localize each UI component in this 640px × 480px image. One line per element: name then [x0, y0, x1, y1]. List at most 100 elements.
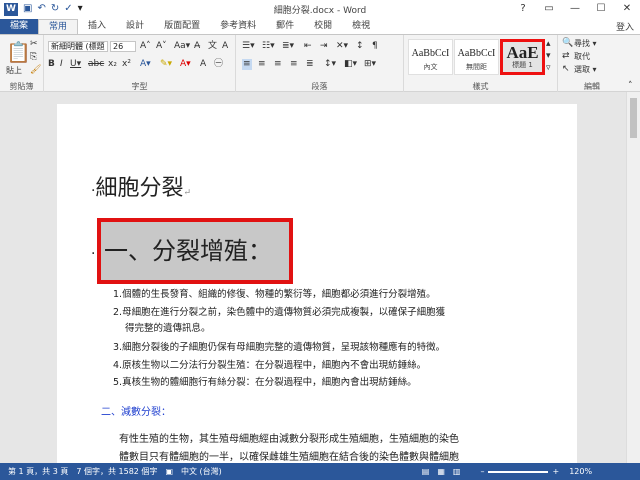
tab-home[interactable]: 常用: [38, 19, 79, 34]
ribbon-display-icon[interactable]: ▭: [536, 0, 562, 16]
select-icon[interactable]: ↖: [562, 64, 570, 75]
help-icon[interactable]: ?: [510, 0, 536, 16]
scroll-thumb[interactable]: [630, 98, 637, 138]
tab-review[interactable]: 校閱: [304, 19, 342, 34]
redo-icon[interactable]: ↻: [51, 3, 59, 15]
save-icon[interactable]: ▣: [23, 3, 32, 15]
cut-icon[interactable]: ✂: [30, 39, 38, 50]
minimize-icon[interactable]: —: [562, 0, 588, 16]
align-left-icon[interactable]: ≡: [242, 59, 252, 70]
bullets-icon[interactable]: ☰▾: [242, 41, 255, 52]
chinese-layout-icon[interactable]: ✕▾: [336, 41, 348, 52]
text-effects-icon[interactable]: A▾: [140, 59, 151, 70]
shading-icon[interactable]: ◧▾: [344, 59, 357, 70]
multilevel-icon[interactable]: ≣▾: [282, 41, 294, 52]
tab-mailings[interactable]: 郵件: [266, 19, 304, 34]
replace-button[interactable]: 取代: [574, 51, 590, 62]
distribute-icon[interactable]: ≣: [306, 59, 314, 70]
decrease-indent-icon[interactable]: ⇤: [304, 41, 312, 52]
tab-insert[interactable]: 插入: [78, 19, 116, 34]
style-no-spacing-name: 無間距: [466, 63, 487, 71]
list-item-2: 2.母細胞在進行分裂之前，染色體中的遺傳物質必須完成複製，以確保子細胞獲: [113, 307, 446, 318]
phonetic-icon[interactable]: 文: [208, 41, 217, 52]
proofing-icon[interactable]: ▣: [165, 467, 173, 476]
styles-label: 樣式: [472, 82, 489, 91]
font-color-icon[interactable]: A▾: [180, 59, 191, 70]
sort-icon[interactable]: ↕: [356, 41, 364, 52]
change-case-icon[interactable]: Aa▾: [174, 41, 190, 52]
doc-title: ·細胞分裂↵: [91, 176, 192, 201]
font-name-box[interactable]: 新細明體 (標題: [48, 41, 108, 52]
borders-icon[interactable]: ⊞▾: [364, 59, 376, 70]
close-icon[interactable]: ✕: [614, 0, 640, 16]
shrink-font-icon[interactable]: A˅: [156, 41, 167, 52]
word-logo-icon: W: [4, 2, 18, 16]
zoom-in-icon[interactable]: +: [552, 467, 559, 476]
select-button[interactable]: 選取 ▾: [574, 64, 597, 75]
zoom-out-icon[interactable]: –: [480, 467, 484, 476]
replace-icon[interactable]: ⇄: [562, 51, 570, 62]
find-button[interactable]: 尋找 ▾: [574, 38, 597, 49]
strikethrough-icon[interactable]: abc: [88, 59, 104, 70]
language[interactable]: 中文 (台灣): [181, 466, 222, 477]
style-no-spacing[interactable]: AaBbCcI 無間距: [454, 39, 499, 75]
paste-label[interactable]: 貼上: [6, 65, 22, 76]
align-right-icon[interactable]: ≡: [274, 59, 282, 70]
tab-references[interactable]: 參考資料: [210, 19, 266, 34]
ribbon: 📋 貼上 ✂ ⎘ 🖌 剪貼簿 新細明體 (標題 26 A˄ A˅ Aa▾ A̶ …: [0, 34, 640, 93]
login-link[interactable]: 登入: [616, 20, 634, 33]
print-layout-icon[interactable]: ▦: [437, 467, 445, 476]
tab-layout[interactable]: 版面配置: [154, 19, 210, 34]
enclose-char-icon[interactable]: ㊀: [214, 59, 223, 70]
italic-icon[interactable]: I: [60, 59, 63, 70]
align-center-icon[interactable]: ≡: [258, 59, 266, 70]
tab-file[interactable]: 檔案: [0, 19, 39, 34]
increase-indent-icon[interactable]: ⇥: [320, 41, 328, 52]
copy-icon[interactable]: ⎘: [30, 52, 37, 63]
numbering-icon[interactable]: ☷▾: [262, 41, 275, 52]
subscript-icon[interactable]: x₂: [108, 59, 117, 70]
web-layout-icon[interactable]: ▥: [453, 467, 461, 476]
highlight-icon[interactable]: ✎▾: [160, 59, 172, 70]
font-size-box[interactable]: 26: [110, 41, 136, 52]
font-group: 新細明體 (標題 26 A˄ A˅ Aa▾ A̶ 文 A B I U▾ abc …: [44, 35, 236, 93]
customize-icon[interactable]: ▾: [78, 3, 83, 15]
heading1-bullet: ·: [91, 246, 96, 262]
style-normal[interactable]: AaBbCcI 內文: [408, 39, 453, 75]
styles-down-icon[interactable]: ▾: [546, 51, 551, 62]
grow-font-icon[interactable]: A˄: [140, 41, 151, 52]
paste-icon[interactable]: 📋: [6, 41, 31, 63]
zoom-level[interactable]: 120%: [569, 467, 592, 476]
page-count[interactable]: 第 1 頁，共 3 頁: [8, 466, 68, 477]
tab-view[interactable]: 檢視: [342, 19, 380, 34]
zoom-slider[interactable]: [488, 470, 549, 473]
show-marks-icon[interactable]: ¶: [372, 41, 378, 52]
char-shading-icon[interactable]: A: [200, 59, 206, 70]
check-icon[interactable]: ✓: [64, 3, 72, 15]
clear-format-icon[interactable]: A̶: [194, 41, 200, 52]
document-page[interactable]: ·細胞分裂↵ 一、分裂增殖： · 1.個體的生長發育、組織的修復、物種的繁衍等，…: [57, 104, 577, 474]
tab-design[interactable]: 設計: [116, 19, 154, 34]
undo-icon[interactable]: ↶: [37, 3, 45, 15]
maximize-icon[interactable]: ☐: [588, 0, 614, 16]
styles-up-icon[interactable]: ▴: [546, 39, 551, 50]
word-count[interactable]: 7 個字，共 1582 個字: [76, 466, 157, 477]
list-item-2-cont: 得完整的遺傳訊息。: [125, 323, 211, 334]
collapse-ribbon-icon[interactable]: ˄: [628, 81, 633, 92]
char-border-icon[interactable]: A: [222, 41, 228, 52]
justify-icon[interactable]: ≡: [290, 59, 298, 70]
bold-icon[interactable]: B: [48, 59, 55, 70]
line-spacing-icon[interactable]: ↕▾: [324, 59, 336, 70]
read-mode-icon[interactable]: ▤: [422, 467, 430, 476]
style-heading1[interactable]: AaE 標題 1: [500, 39, 545, 75]
heading1-selection[interactable]: 一、分裂增殖：: [97, 218, 293, 284]
underline-icon[interactable]: U▾: [70, 59, 81, 70]
heading2: 二、減數分裂：: [101, 407, 171, 418]
editing-group: 🔍 尋找 ▾ ⇄ 取代 ↖ 選取 ▾ 編輯: [558, 35, 626, 93]
styles-more-icon[interactable]: ▿: [546, 63, 551, 74]
format-painter-icon[interactable]: 🖌: [30, 65, 41, 76]
superscript-icon[interactable]: x²: [122, 59, 131, 70]
vertical-scrollbar[interactable]: [626, 92, 640, 463]
find-icon[interactable]: 🔍: [562, 38, 573, 49]
style-normal-sample: AaBbCcI: [411, 48, 450, 59]
